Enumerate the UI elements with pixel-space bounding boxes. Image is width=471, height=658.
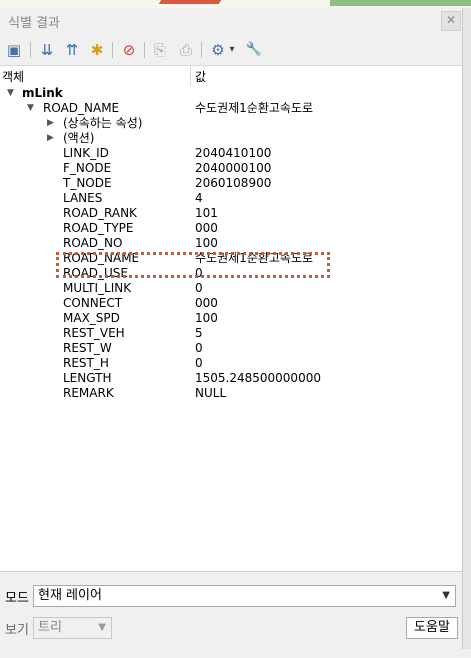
map-area-green xyxy=(330,0,471,6)
map-canvas-strip xyxy=(0,0,471,8)
attribute-value: 2040410100 xyxy=(195,146,272,160)
attribute-value: 2040000100 xyxy=(195,161,272,175)
attribute-row[interactable]: LINK_ID 2040410100 xyxy=(0,146,462,161)
attribute-value: 0 xyxy=(195,281,203,295)
attribute-row[interactable]: ROAD_NO 100 xyxy=(0,236,462,251)
chevron-down-icon[interactable]: ▼ xyxy=(98,618,106,638)
attribute-value: 4 xyxy=(195,191,203,205)
attribute-value: NULL xyxy=(195,386,227,400)
layer-name: mLink xyxy=(22,86,63,100)
attribute-value: 0 xyxy=(195,356,203,370)
clear-results-icon[interactable]: ⊘ xyxy=(119,40,139,60)
toolbar-separator xyxy=(112,42,113,58)
attribute-row[interactable]: REST_VEH 5 xyxy=(0,326,462,341)
attribute-name: ROAD_NO xyxy=(63,236,123,250)
derived-label: (상속하는 속성) xyxy=(63,116,143,130)
attribute-value: 1505.248500000000 xyxy=(195,371,321,385)
highlight-annotation xyxy=(56,252,330,278)
expand-new-icon[interactable]: ✱ xyxy=(87,40,107,60)
attribute-name: CONNECT xyxy=(63,296,123,310)
attribute-row[interactable]: ROAD_RANK 101 xyxy=(0,206,462,221)
attribute-name: REST_VEH xyxy=(63,326,125,340)
attribute-value: 100 xyxy=(195,311,218,325)
identify-results-panel: 식별 결과 ✕ ▣ ⇊ ⇈ ✱ ⊘ ⎘ ⎙ ⚙ ▾ 🔧 객체 값 ▼ mLink… xyxy=(0,8,463,658)
results-header: 객체 값 xyxy=(0,65,462,87)
expand-tree-icon[interactable]: ▣ xyxy=(4,40,24,60)
attribute-name: ROAD_TYPE xyxy=(63,221,134,235)
toolbar: ▣ ⇊ ⇈ ✱ ⊘ ⎘ ⎙ ⚙ ▾ 🔧 xyxy=(0,36,462,64)
mode-select-value: 현재 레이어 xyxy=(38,588,102,603)
attribute-row[interactable]: LANES 4 xyxy=(0,191,462,206)
tree-row-feature[interactable]: ▼ ROAD_NAME 수도권제1순환고속도로 xyxy=(0,101,462,116)
attribute-row[interactable]: MULTI_LINK 0 xyxy=(0,281,462,296)
tree-row-layer[interactable]: ▼ mLink xyxy=(0,86,462,101)
toolbar-separator xyxy=(144,42,145,58)
attribute-row[interactable]: T_NODE 2060108900 xyxy=(0,176,462,191)
feature-name: ROAD_NAME xyxy=(43,101,120,115)
column-value[interactable]: 값 xyxy=(195,68,206,85)
attribute-name: MAX_SPD xyxy=(63,311,120,325)
identify-settings-icon[interactable]: ⚙ xyxy=(208,40,228,60)
chevron-down-icon[interactable]: ▼ xyxy=(442,586,450,606)
wrench-icon[interactable]: 🔧 xyxy=(244,40,264,60)
mode-label: 모드 xyxy=(5,591,29,606)
attribute-name: MULTI_LINK xyxy=(63,281,132,295)
help-button[interactable]: 도움말 xyxy=(406,617,458,639)
close-button[interactable]: ✕ xyxy=(441,11,461,31)
attribute-row[interactable]: LENGTH 1505.248500000000 xyxy=(0,371,462,386)
view-select[interactable]: 트리 ▼ xyxy=(33,617,112,639)
results-tree: ▼ mLink ▼ ROAD_NAME 수도권제1순환고속도로 ▶ (상속하는 … xyxy=(0,86,462,571)
attribute-value: 000 xyxy=(195,296,218,310)
attribute-value: 000 xyxy=(195,221,218,235)
toolbar-separator xyxy=(30,42,31,58)
attribute-name: REST_W xyxy=(63,341,112,355)
attribute-value: 0 xyxy=(195,341,203,355)
dock-splitter[interactable] xyxy=(463,8,471,649)
attribute-row[interactable]: REST_H 0 xyxy=(0,356,462,371)
attribute-name: LINK_ID xyxy=(63,146,109,160)
tree-row-actions[interactable]: ▶ (액션) xyxy=(0,131,462,146)
dropdown-icon[interactable]: ▾ xyxy=(226,40,238,60)
actions-label: (액션) xyxy=(63,131,95,145)
attribute-name: REST_H xyxy=(63,356,109,370)
panel-titlebar: 식별 결과 ✕ xyxy=(0,8,462,34)
attribute-name: F_NODE xyxy=(63,161,112,175)
attribute-row[interactable]: REMARK NULL xyxy=(0,386,462,401)
attribute-name: ROAD_RANK xyxy=(63,206,137,220)
tree-row-derived[interactable]: ▶ (상속하는 속성) xyxy=(0,116,462,131)
attribute-name: LANES xyxy=(63,191,103,205)
attribute-value: 100 xyxy=(195,236,218,250)
feature-value: 수도권제1순환고속도로 xyxy=(195,101,314,115)
toolbar-separator xyxy=(201,42,202,58)
print-icon[interactable]: ⎙ xyxy=(176,40,196,60)
view-label: 보기 xyxy=(5,623,29,638)
attribute-row[interactable]: MAX_SPD 100 xyxy=(0,311,462,326)
attribute-row[interactable]: ROAD_TYPE 000 xyxy=(0,221,462,236)
bottom-controls: 모드 현재 레이어 ▼ 보기 트리 ▼ 도움말 xyxy=(0,571,462,658)
collapsed-arrow-icon[interactable]: ▶ xyxy=(47,131,54,146)
collapse-all-icon[interactable]: ⇊ xyxy=(37,40,57,60)
attribute-value: 101 xyxy=(195,206,218,220)
expand-all-icon[interactable]: ⇈ xyxy=(62,40,82,60)
attribute-row[interactable]: F_NODE 2040000100 xyxy=(0,161,462,176)
view-select-value: 트리 xyxy=(38,620,62,635)
mode-select[interactable]: 현재 레이어 ▼ xyxy=(33,585,456,607)
expand-arrow-icon[interactable]: ▼ xyxy=(7,86,14,101)
map-road-red xyxy=(158,0,222,4)
attribute-value: 5 xyxy=(195,326,203,340)
panel-title: 식별 결과 xyxy=(8,16,60,31)
copy-icon[interactable]: ⎘ xyxy=(150,40,170,60)
attribute-row[interactable]: CONNECT 000 xyxy=(0,296,462,311)
attribute-value: 2060108900 xyxy=(195,176,272,190)
attribute-name: REMARK xyxy=(63,386,114,400)
attribute-name: LENGTH xyxy=(63,371,112,385)
attribute-name: T_NODE xyxy=(63,176,112,190)
expand-arrow-icon[interactable]: ▼ xyxy=(27,101,34,116)
attribute-row[interactable]: REST_W 0 xyxy=(0,341,462,356)
collapsed-arrow-icon[interactable]: ▶ xyxy=(47,116,54,131)
column-object[interactable]: 객체 xyxy=(2,68,24,85)
column-separator xyxy=(190,66,191,86)
